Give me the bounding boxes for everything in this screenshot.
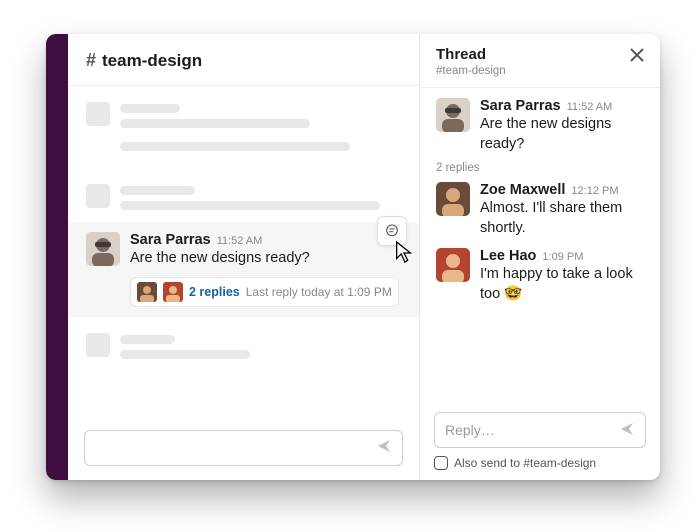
message-time: 1:09 PM [542,251,583,263]
thread-icon [384,223,400,239]
thread-subtitle: #team-design [436,65,506,77]
avatar [436,248,470,282]
also-send-checkbox[interactable] [434,456,448,470]
reply-avatar [163,282,183,302]
reply-count-label: 2 replies [436,162,646,174]
hash-icon: # [86,50,96,71]
message-text: Are the new designs ready? [480,115,646,154]
thread-message: Zoe Maxwell 12:12 PM Almost. I'll share … [436,182,646,238]
channel-header: # team-design [68,34,419,86]
also-send-label: Also send to #team-design [454,456,596,470]
thread-title: Thread [436,46,506,63]
message-time: 11:52 AM [567,101,613,113]
thread-panel: Thread #team-design Sara Parras 11:52 AM… [420,34,660,480]
workspace-sidebar [46,34,68,480]
start-thread-button[interactable] [377,216,407,246]
message-author: Sara Parras [480,98,561,114]
message-author: Lee Hao [480,248,536,264]
close-button[interactable] [628,46,646,64]
app-window: # team-design [46,34,660,480]
message-placeholder [68,178,419,216]
thread-header: Thread #team-design [420,34,660,88]
message-author: Zoe Maxwell [480,182,565,198]
message-text: Are the new designs ready? [130,249,405,269]
reply-count: 2 replies [189,285,240,299]
message-text: Almost. I'll share them shortly. [480,199,646,238]
message-placeholder [68,327,419,365]
channel-panel: # team-design [68,34,420,480]
reply-compose[interactable]: Reply… [434,412,646,448]
message-author: Sara Parras [130,232,211,248]
thread-message-list: Sara Parras 11:52 AM Are the new designs… [420,88,660,406]
avatar [436,182,470,216]
send-icon[interactable] [376,438,392,459]
message-placeholder [68,134,419,170]
last-reply-time: Last reply today at 1:09 PM [246,285,392,299]
message-placeholder [68,96,419,134]
close-icon [628,46,646,64]
thread-message: Lee Hao 1:09 PM I'm happy to take a look… [436,248,646,304]
thread-summary[interactable]: 2 replies Last reply today at 1:09 PM [130,277,399,307]
message-list: Sara Parras 11:52 AM Are the new designs… [68,86,419,420]
avatar [86,232,120,266]
message-compose[interactable] [84,430,403,466]
reply-placeholder: Reply… [445,422,495,438]
avatar [436,98,470,132]
send-icon[interactable] [619,421,635,440]
channel-name: team-design [102,51,202,71]
message-time: 11:52 AM [217,235,263,247]
also-send-row[interactable]: Also send to #team-design [420,454,660,480]
message-time: 12:12 PM [571,185,618,197]
message-text: I'm happy to take a look too 🤓 [480,265,646,304]
message-row[interactable]: Sara Parras 11:52 AM Are the new designs… [68,222,419,317]
thread-message: Sara Parras 11:52 AM Are the new designs… [436,98,646,154]
reply-avatar [137,282,157,302]
